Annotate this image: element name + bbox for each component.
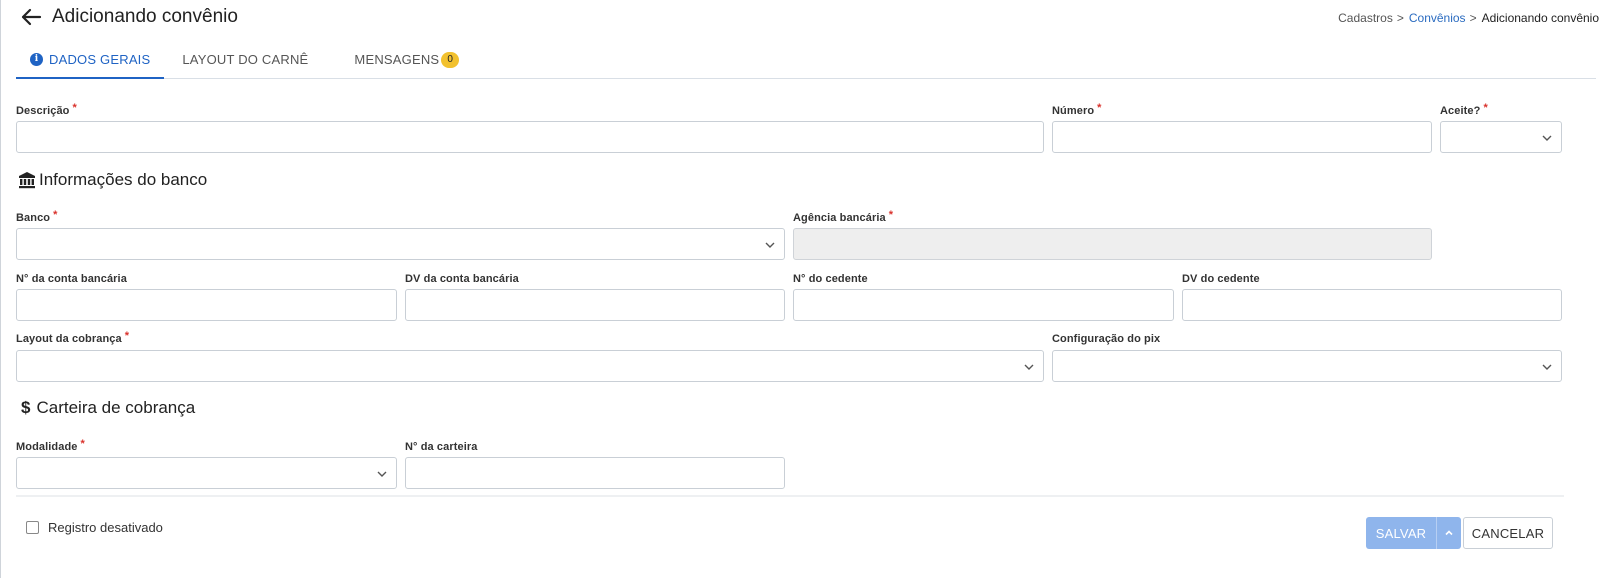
layout-cobranca-label: Layout da cobrança * — [16, 330, 130, 345]
save-button[interactable]: SALVAR — [1366, 517, 1436, 549]
info-icon: i — [30, 52, 43, 66]
dv-conta-input[interactable] — [405, 289, 785, 321]
descricao-label: Descrição * — [16, 102, 77, 117]
breadcrumb-separator: > — [1396, 11, 1404, 25]
section-informacoes-banco: Informações do banco — [17, 170, 207, 190]
carteira-label: N° da carteira — [405, 441, 478, 453]
section-title-text: Informações do banco — [39, 170, 208, 189]
chevron-down-icon — [1024, 364, 1034, 370]
registro-desativado-checkbox[interactable] — [26, 521, 39, 534]
tab-layout-do-carne[interactable]: LAYOUT DO CARNÊ — [168, 41, 322, 78]
cedente-input[interactable] — [793, 289, 1174, 321]
page-header: Adicionando convênio — [18, 4, 238, 30]
window-edge — [0, 0, 1, 578]
numero-label: Número * — [1052, 102, 1102, 117]
dv-cedente-label: DV do cedente — [1182, 273, 1260, 285]
registro-desativado-label: Registro desativado — [48, 520, 163, 535]
layout-cobranca-select[interactable] — [16, 350, 1044, 382]
banco-select[interactable] — [16, 228, 785, 260]
dv-cedente-input[interactable] — [1182, 289, 1562, 321]
aceite-select[interactable] — [1440, 121, 1562, 153]
tab-dados-gerais[interactable]: i DADOS GERAIS — [16, 41, 165, 79]
chevron-down-icon — [377, 471, 387, 477]
save-button-group: SALVAR — [1366, 517, 1461, 549]
tab-label: LAYOUT DO CARNÊ — [182, 52, 309, 67]
conta-label: N° da conta bancária — [16, 273, 127, 285]
chevron-down-icon — [765, 242, 775, 248]
breadcrumb-separator: > — [1469, 11, 1477, 25]
breadcrumb-item-convenios[interactable]: Convênios — [1409, 11, 1466, 25]
bank-icon — [17, 170, 37, 190]
cancel-button[interactable]: CANCELAR — [1463, 517, 1553, 549]
back-arrow-icon[interactable] — [18, 4, 44, 30]
aceite-label: Aceite? * — [1440, 102, 1488, 117]
dollar-icon: $ — [21, 398, 31, 417]
descricao-input[interactable] — [16, 121, 1044, 153]
section-title-text: Carteira de cobrança — [36, 398, 196, 417]
tab-label: MENSAGENS — [354, 52, 440, 67]
page-title: Adicionando convênio — [52, 6, 238, 27]
breadcrumb-item-cadastros[interactable]: Cadastros — [1338, 11, 1393, 25]
config-pix-select[interactable] — [1052, 350, 1562, 382]
numero-input[interactable] — [1052, 121, 1432, 153]
chevron-up-icon — [1445, 530, 1453, 536]
breadcrumb-item-current: Adicionando convênio — [1481, 11, 1599, 25]
section-carteira-cobranca: $ Carteira de cobrança — [21, 398, 195, 418]
banco-label: Banco * — [16, 209, 58, 224]
chevron-down-icon — [1542, 135, 1552, 141]
carteira-input[interactable] — [405, 457, 785, 489]
modalidade-label: Modalidade * — [16, 438, 85, 453]
breadcrumb: Cadastros > Convênios > Adicionando conv… — [1338, 11, 1599, 25]
tab-label: DADOS GERAIS — [49, 51, 151, 67]
footer-divider — [16, 495, 1564, 497]
conta-input[interactable] — [16, 289, 397, 321]
messages-count-badge: 0 — [441, 51, 460, 68]
tab-bar: i DADOS GERAIS LAYOUT DO CARNÊ MENSAGENS… — [16, 41, 1596, 79]
tab-mensagens[interactable]: MENSAGENS 0 — [340, 41, 473, 78]
agencia-input — [793, 228, 1432, 260]
modalidade-select[interactable] — [16, 457, 397, 489]
chevron-down-icon — [1542, 364, 1552, 370]
agencia-label: Agência bancária * — [793, 209, 894, 224]
config-pix-label: Configuração do pix — [1052, 333, 1161, 345]
save-options-toggle[interactable] — [1436, 517, 1461, 549]
dv-conta-label: DV da conta bancária — [405, 273, 519, 285]
cedente-label: N° do cedente — [793, 273, 868, 285]
registro-desativado-row[interactable]: Registro desativado — [26, 520, 163, 535]
